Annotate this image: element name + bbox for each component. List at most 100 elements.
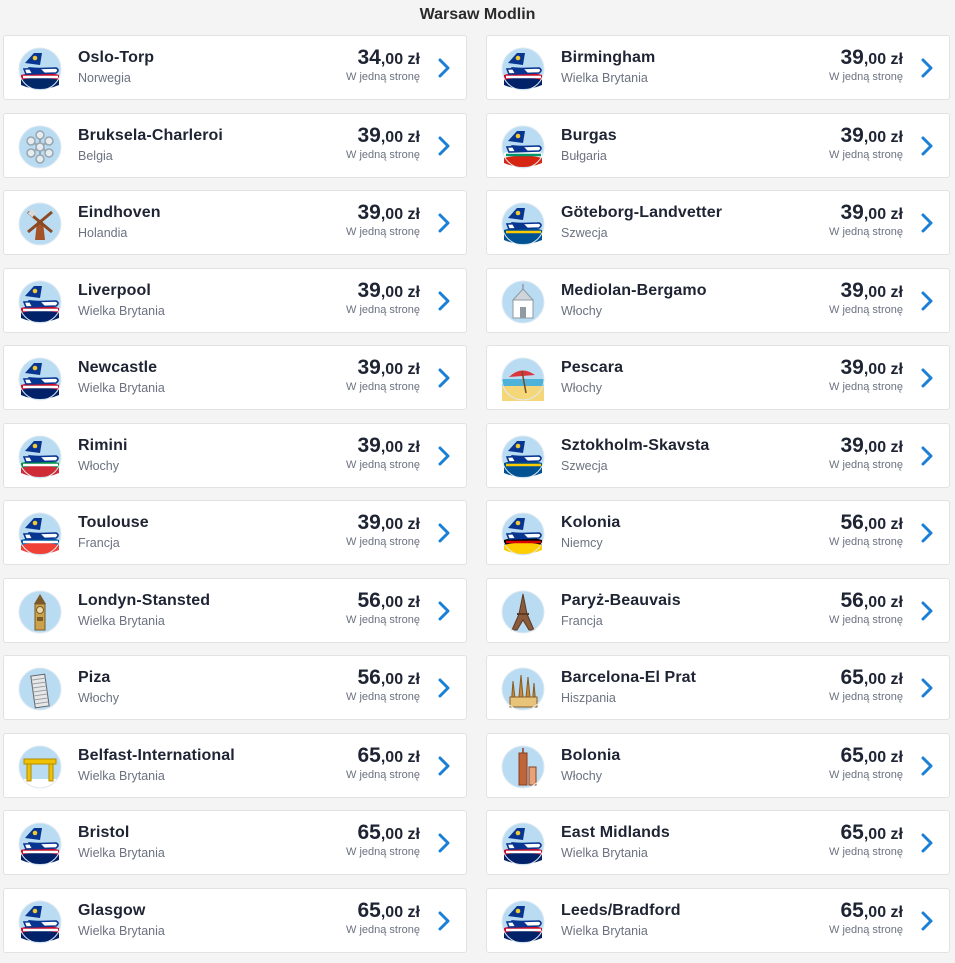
plane-uk-icon: [501, 822, 545, 866]
price-suffix: W jedną stronę: [346, 923, 420, 936]
destination-card-17[interactable]: Piza Włochy 56,00 zł W jedną stronę: [3, 655, 467, 720]
chevron-right-icon[interactable]: [920, 678, 934, 698]
destination-city: Rimini: [78, 436, 128, 454]
price-decimal: ,00: [380, 671, 404, 688]
destination-card-15[interactable]: Londyn-Stansted Wielka Brytania 56,00 zł…: [3, 577, 467, 643]
destination-card-21[interactable]: Bristol Wielka Brytania 65,00 zł W jedną…: [3, 810, 467, 875]
destination-country: Wielka Brytania: [78, 768, 165, 783]
price-currency: zł: [403, 826, 420, 843]
destination-card-10[interactable]: Pescara Włochy 39,00 zł W jedną stronę: [486, 345, 950, 410]
chevron-right-icon[interactable]: [920, 833, 934, 853]
chevron-right-icon[interactable]: [437, 58, 451, 78]
price-decimal: ,00: [863, 438, 887, 456]
destination-card-20[interactable]: Bolonia Włochy 65,00 zł W jedną stronę: [486, 732, 950, 798]
chevron-right-icon[interactable]: [920, 911, 934, 931]
destination-country: Włochy: [78, 458, 119, 473]
chevron-right-icon[interactable]: [920, 756, 934, 776]
destination-card-9[interactable]: Newcastle Wielka Brytania 39,00 zł W jed…: [3, 345, 467, 410]
chevron-right-icon[interactable]: [437, 911, 451, 931]
price-integer: 39: [357, 278, 381, 302]
destination-card-16[interactable]: Paryż-Beauvais Francja 56,00 zł W jedną …: [486, 577, 950, 643]
destination-card-12[interactable]: Sztokholm-Skavsta Szwecja 39,00 zł W jed…: [486, 422, 950, 488]
plane-germany-icon: [501, 512, 545, 556]
chevron-right-icon[interactable]: [920, 368, 934, 388]
chevron-right-icon[interactable]: [437, 446, 451, 466]
chevron-right-icon[interactable]: [437, 833, 451, 853]
destination-card-11[interactable]: Rimini Włochy 39,00 zł W jedną stronę: [3, 422, 467, 488]
destination-card-4[interactable]: Burgas Bułgaria 39,00 zł W jedną stronę: [486, 112, 950, 178]
destination-city: Leeds/Bradford: [561, 901, 681, 919]
price-block: 39,00 zł W jedną stronę: [829, 356, 903, 393]
price-decimal: ,00: [863, 826, 887, 843]
leaning-tower-icon: [18, 667, 62, 711]
destination-card-14[interactable]: Kolonia Niemcy 56,00 zł W jedną stronę: [486, 500, 950, 565]
price-integer: 65: [840, 666, 864, 689]
price-decimal: ,00: [380, 206, 404, 223]
destination-card-24[interactable]: Leeds/Bradford Wielka Brytania 65,00 zł …: [486, 887, 950, 953]
destination-card-3[interactable]: Bruksela-Charleroi Belgia 39,00 zł W jed…: [3, 112, 467, 178]
destination-card-22[interactable]: East Midlands Wielka Brytania 65,00 zł W…: [486, 810, 950, 875]
price-block: 39,00 zł W jedną stronę: [346, 434, 420, 471]
destination-card-18[interactable]: Barcelona-El Prat Hiszpania 65,00 zł W j…: [486, 655, 950, 720]
price-block: 39,00 zł W jedną stronę: [829, 201, 903, 238]
destination-city: Londyn-Stansted: [78, 591, 211, 609]
price-suffix: W jedną stronę: [346, 381, 420, 393]
destination-city: Belfast-International: [78, 746, 235, 764]
destination-city: Mediolan-Bergamo: [561, 281, 707, 299]
destination-city: Sztokholm-Skavsta: [561, 436, 710, 454]
destination-card-1[interactable]: Oslo-Torp Norwegia 34,00 zł W jedną stro…: [3, 35, 467, 100]
destination-city: Barcelona-El Prat: [561, 669, 697, 686]
big-ben-icon: [18, 590, 62, 634]
chevron-right-icon[interactable]: [437, 136, 451, 156]
destination-city: Toulouse: [78, 514, 149, 531]
destination-country: Włochy: [561, 381, 602, 395]
price-suffix: W jedną stronę: [346, 458, 420, 471]
chevron-right-icon[interactable]: [920, 213, 934, 233]
price-integer: 65: [357, 743, 381, 767]
destination-card-8[interactable]: Mediolan-Bergamo Włochy 39,00 zł W jedną…: [486, 267, 950, 333]
price-block: 39,00 zł W jedną stronę: [346, 279, 420, 316]
price-block: 39,00 zł W jedną stronę: [829, 279, 903, 316]
chevron-right-icon[interactable]: [437, 678, 451, 698]
destination-city: Eindhoven: [78, 204, 161, 221]
chevron-right-icon[interactable]: [437, 523, 451, 543]
price-block: 39,00 zł W jedną stronę: [829, 46, 903, 83]
chevron-right-icon[interactable]: [920, 136, 934, 156]
price-block: 39,00 zł W jedną stronę: [346, 201, 420, 238]
price-decimal: ,00: [380, 748, 404, 766]
price-currency: zł: [403, 516, 420, 533]
chevron-right-icon[interactable]: [920, 58, 934, 78]
destination-card-13[interactable]: Toulouse Francja 39,00 zł W jedną stronę: [3, 500, 467, 565]
destination-card-5[interactable]: Eindhoven Holandia 39,00 zł W jedną stro…: [3, 190, 467, 255]
chevron-right-icon[interactable]: [437, 213, 451, 233]
destination-country: Szwecja: [561, 458, 608, 473]
chevron-right-icon[interactable]: [920, 291, 934, 311]
price-currency: zł: [403, 593, 420, 611]
price-suffix: W jedną stronę: [829, 691, 903, 703]
price-integer: 65: [840, 898, 864, 922]
price-currency: zł: [886, 516, 903, 533]
price-decimal: ,00: [863, 283, 887, 301]
destination-card-7[interactable]: Liverpool Wielka Brytania 39,00 zł W jed…: [3, 267, 467, 333]
destination-country: Wielka Brytania: [78, 923, 165, 938]
destination-card-19[interactable]: Belfast-International Wielka Brytania 65…: [3, 732, 467, 798]
chevron-right-icon[interactable]: [920, 601, 934, 621]
price-decimal: ,00: [380, 438, 404, 456]
destination-card-2[interactable]: Birmingham Wielka Brytania 39,00 zł W je…: [486, 35, 950, 100]
chevron-right-icon[interactable]: [920, 523, 934, 543]
price-currency: zł: [886, 438, 903, 456]
price-decimal: ,00: [380, 593, 404, 611]
chevron-right-icon[interactable]: [437, 291, 451, 311]
chevron-right-icon[interactable]: [437, 601, 451, 621]
destination-card-6[interactable]: Göteborg-Landvetter Szwecja 39,00 zł W j…: [486, 190, 950, 255]
chevron-right-icon[interactable]: [437, 368, 451, 388]
plane-uk-icon: [18, 822, 62, 866]
crane-icon: [18, 745, 62, 789]
destination-card-23[interactable]: Glasgow Wielka Brytania 65,00 zł W jedną…: [3, 887, 467, 953]
price-decimal: ,00: [863, 51, 887, 68]
chevron-right-icon[interactable]: [920, 446, 934, 466]
price-decimal: ,00: [863, 361, 887, 378]
price-decimal: ,00: [380, 826, 404, 843]
chevron-right-icon[interactable]: [437, 756, 451, 776]
destination-country: Belgia: [78, 148, 113, 163]
